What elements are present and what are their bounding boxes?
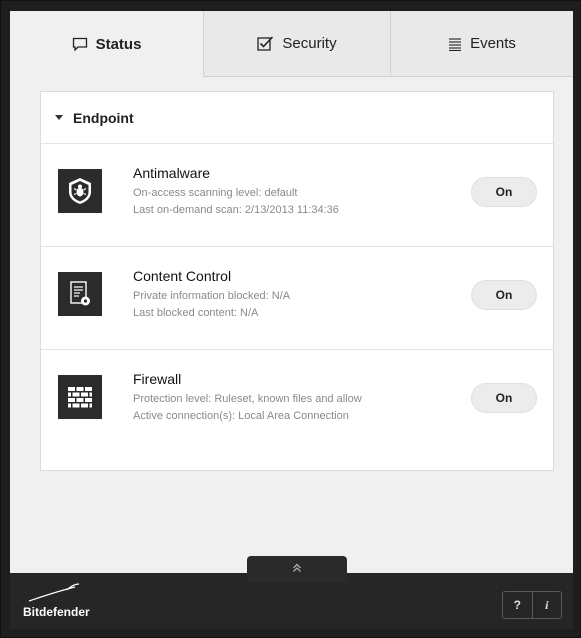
module-title: Content Control: [133, 268, 232, 284]
main-area: Status Security Events Endpoint Antimalw…: [10, 11, 573, 573]
app-window: Status Security Events Endpoint Antimalw…: [0, 0, 581, 638]
shield-bug-icon: [58, 169, 102, 213]
module-title: Firewall: [133, 371, 182, 387]
module-content-control: Content Control Private information bloc…: [41, 247, 553, 350]
module-detail: On-access scanning level: default: [133, 187, 298, 199]
brand-name: Bitdefender: [23, 605, 90, 619]
antimalware-toggle[interactable]: On: [471, 177, 537, 207]
module-detail: Protection level: Ruleset, known files a…: [133, 393, 362, 405]
double-chevron-up-icon: [292, 560, 302, 578]
bitdefender-logo: Bitdefender: [23, 583, 113, 623]
lines-icon: [448, 37, 462, 51]
firewall-toggle[interactable]: On: [471, 383, 537, 413]
caret-down-icon: [55, 115, 63, 120]
module-title: Antimalware: [133, 165, 211, 181]
module-detail: Active connection(s): Local Area Connect…: [133, 410, 349, 422]
tab-events[interactable]: Events: [390, 11, 573, 77]
tab-events-label: Events: [470, 35, 516, 52]
module-detail: Last blocked content: N/A: [133, 307, 259, 319]
brick-wall-icon: [58, 375, 102, 419]
info-button[interactable]: i: [531, 592, 562, 618]
checkbox-icon: [257, 36, 274, 51]
module-antimalware: Antimalware On-access scanning level: de…: [41, 144, 553, 247]
module-firewall: Firewall Protection level: Ruleset, know…: [41, 350, 553, 453]
section-title: Endpoint: [73, 109, 134, 126]
tab-status-label: Status: [95, 35, 142, 53]
tab-bar: Status Security Events: [10, 11, 573, 77]
expand-button[interactable]: [247, 556, 347, 582]
tab-status[interactable]: Status: [10, 11, 203, 77]
endpoint-section-header[interactable]: Endpoint: [41, 92, 553, 144]
footer-buttons: ? i: [502, 591, 562, 619]
tab-security[interactable]: Security: [203, 11, 390, 77]
document-gear-icon: [58, 272, 102, 316]
module-detail: Last on-demand scan: 2/13/2013 11:34:36: [133, 204, 339, 216]
module-detail: Private information blocked: N/A: [133, 290, 291, 302]
endpoint-panel: Endpoint Antimalware On-access scanning …: [40, 91, 554, 471]
speech-bubble-icon: [72, 37, 88, 51]
content-control-toggle[interactable]: On: [471, 280, 537, 310]
help-button[interactable]: ?: [503, 592, 532, 618]
tab-security-label: Security: [282, 35, 337, 52]
